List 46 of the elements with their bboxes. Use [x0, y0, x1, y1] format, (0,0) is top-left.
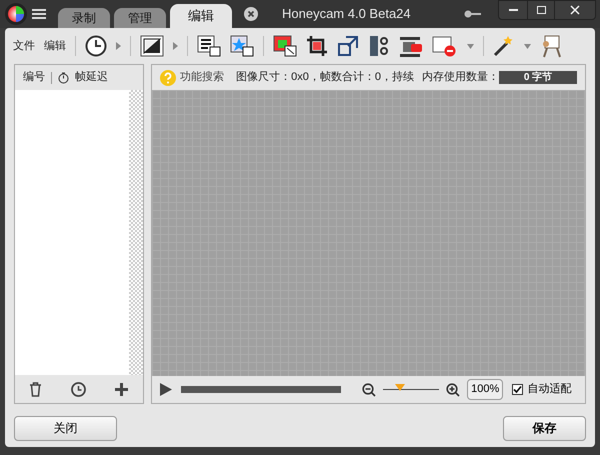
- auto-fit-checkbox[interactable]: 自动适配: [512, 381, 572, 398]
- dropdown-arrow-icon[interactable]: [173, 42, 178, 50]
- close-tab-icon[interactable]: [244, 7, 258, 21]
- clock-icon[interactable]: [70, 382, 86, 396]
- menu-icon[interactable]: [32, 8, 46, 20]
- checkmark-icon: [513, 385, 522, 394]
- color-wheel-logo[interactable]: [4, 2, 28, 26]
- window-title: Honeycam 4.0 Beta24: [282, 5, 411, 24]
- key-icon[interactable]: [464, 10, 482, 18]
- frame-icon[interactable]: [140, 35, 164, 57]
- image-info: 图像尺寸：0x0，帧数合计：0，持续: [236, 70, 414, 86]
- video-clamp-icon[interactable]: [399, 35, 423, 57]
- memory-usage-value: 0 字节: [499, 71, 577, 84]
- resize-image-icon[interactable]: [273, 35, 297, 57]
- magic-wand-icon[interactable]: [493, 35, 515, 57]
- column-header[interactable]: 编号: [23, 69, 45, 86]
- edit-menu[interactable]: 编辑: [44, 38, 66, 54]
- zoom-value-field[interactable]: 100%: [467, 379, 504, 400]
- save-button[interactable]: 保存: [503, 416, 586, 440]
- zoom-in-icon[interactable]: [446, 382, 460, 396]
- tab[interactable]: 编辑: [170, 4, 232, 28]
- plus-icon[interactable]: [114, 382, 129, 396]
- sticker-icon[interactable]: [230, 35, 254, 57]
- zoom-out-icon[interactable]: [362, 382, 376, 396]
- dropdown-arrow-icon[interactable]: [524, 44, 531, 48]
- maximize-button[interactable]: [527, 1, 555, 19]
- column-header[interactable]: 帧延迟: [75, 69, 108, 86]
- memory-label: 内存使用数量：: [422, 70, 499, 86]
- feature-search-label[interactable]: 功能搜索: [180, 69, 224, 86]
- stopwatch-icon: [58, 72, 69, 84]
- text-icon[interactable]: [197, 35, 221, 57]
- dropdown-arrow-icon[interactable]: [467, 44, 474, 48]
- trash-icon[interactable]: [29, 382, 42, 396]
- dropdown-arrow-icon[interactable]: [116, 42, 121, 50]
- close-dialog-button[interactable]: 关闭: [14, 416, 117, 440]
- close-icon: [570, 5, 580, 15]
- file-menu[interactable]: 文件: [13, 38, 35, 54]
- resize-arrow-icon[interactable]: [337, 35, 359, 57]
- easel-icon[interactable]: [540, 34, 562, 58]
- tab[interactable]: 管理: [114, 8, 166, 28]
- scrollbar-track[interactable]: [129, 90, 144, 375]
- play-icon[interactable]: [160, 383, 172, 396]
- film-remove-icon[interactable]: [432, 35, 458, 57]
- crop-icon[interactable]: [306, 35, 328, 57]
- clock-icon[interactable]: [85, 35, 107, 57]
- tab[interactable]: 录制: [58, 8, 110, 28]
